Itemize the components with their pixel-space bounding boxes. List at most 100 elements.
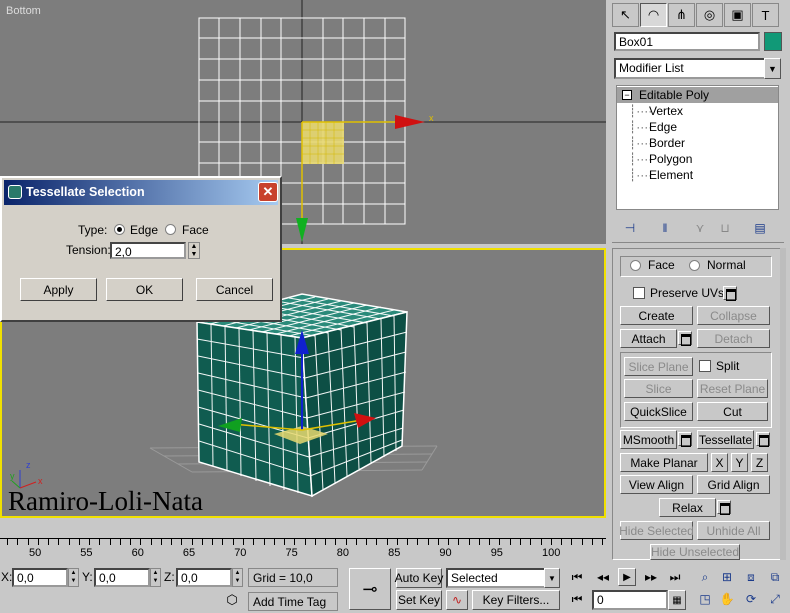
close-icon[interactable]: ✕ xyxy=(258,182,278,202)
goto-start-icon[interactable]: ⏮ xyxy=(568,568,586,586)
reset-plane-button[interactable]: Reset Plane xyxy=(697,379,768,398)
hide-unselected-button[interactable]: Hide Unselected xyxy=(650,544,740,560)
goto-end-icon[interactable]: ⏭ xyxy=(666,568,684,586)
relax-settings-icon[interactable] xyxy=(717,500,731,515)
stack-item-polygon[interactable]: ┊···· Polygon xyxy=(617,151,778,167)
planar-z-button[interactable]: Z xyxy=(751,453,768,472)
zoom-icon[interactable]: ⌕ xyxy=(696,568,714,586)
timeline-tick xyxy=(191,539,193,545)
ok-button[interactable]: OK xyxy=(106,278,183,301)
cut-button[interactable]: Cut xyxy=(697,402,768,421)
key-mode-toggle-icon[interactable]: ⏮ xyxy=(568,590,586,608)
normal-constraint-radio[interactable] xyxy=(689,260,700,271)
create-icon[interactable]: ↖ xyxy=(612,3,639,27)
object-name-input[interactable]: Box01 xyxy=(614,32,760,51)
x-spinner[interactable]: ▲ ▼ xyxy=(68,568,79,587)
field-of-view-icon[interactable]: ◳ xyxy=(696,590,714,608)
hierarchy-icon[interactable]: ⋔ xyxy=(668,3,695,27)
hide-selected-button[interactable]: Hide Selected xyxy=(619,521,694,540)
preserve-uvs-checkbox[interactable] xyxy=(633,287,645,299)
y-spinner[interactable]: ▲ ▼ xyxy=(150,568,161,587)
planar-y-button[interactable]: Y xyxy=(731,453,748,472)
key-icon[interactable]: ⊸ xyxy=(349,568,391,610)
make-unique-icon[interactable]: ⋎ xyxy=(691,219,709,237)
z-coord-input[interactable]: 0,0 xyxy=(176,568,232,587)
play-icon[interactable]: ▶ xyxy=(618,568,636,586)
prev-frame-icon[interactable]: ◂◂ xyxy=(594,568,612,586)
chevron-down-icon[interactable]: ▼ xyxy=(764,58,781,79)
svg-text:z: z xyxy=(26,460,31,470)
tension-input[interactable]: 2,0 xyxy=(110,242,186,259)
quickslice-button[interactable]: QuickSlice xyxy=(624,402,693,421)
key-filters-button[interactable]: Key Filters... xyxy=(472,590,560,610)
object-color-swatch[interactable] xyxy=(764,32,782,51)
pin-stack-icon[interactable]: ⊣ xyxy=(621,219,639,237)
edge-radio[interactable] xyxy=(114,224,125,235)
auto-key-button[interactable]: Auto Key xyxy=(395,568,443,588)
detach-button[interactable]: Detach xyxy=(697,329,770,348)
tension-spinner[interactable]: ▲ ▼ xyxy=(188,242,200,259)
key-mode-dropdown[interactable]: Selected xyxy=(446,568,546,588)
zoom-all-icon[interactable]: ⊞ xyxy=(718,568,736,586)
create-button[interactable]: Create xyxy=(620,306,693,325)
key-mode-chevron-icon[interactable]: ▼ xyxy=(544,568,560,588)
tessellate-button[interactable]: Tessellate xyxy=(697,430,754,449)
stack-item-vertex[interactable]: ┊···· Vertex xyxy=(617,103,778,119)
modifier-list-dropdown[interactable]: Modifier List xyxy=(614,58,766,79)
time-tag-icon[interactable]: ⬡ xyxy=(222,592,242,610)
tension-label: Tension: xyxy=(66,243,111,257)
slice-plane-button[interactable]: Slice Plane xyxy=(624,357,693,376)
zoom-extents-icon[interactable]: ⧈ xyxy=(742,568,760,586)
cancel-button[interactable]: Cancel xyxy=(196,278,273,301)
attach-button[interactable]: Attach xyxy=(620,329,677,348)
show-end-result-icon[interactable]: ‖ xyxy=(656,219,674,237)
timeline-tick xyxy=(345,539,347,545)
x-coord-input[interactable]: 0,0 xyxy=(12,568,68,587)
dialog-titlebar[interactable]: Tessellate Selection xyxy=(4,180,278,205)
display-icon[interactable]: ▣ xyxy=(724,3,751,27)
grid-align-button[interactable]: Grid Align xyxy=(697,475,770,494)
split-checkbox[interactable] xyxy=(699,360,711,372)
make-planar-button[interactable]: Make Planar xyxy=(620,453,708,472)
zoom-extents-all-icon[interactable]: ⧉ xyxy=(766,568,784,586)
current-frame-input[interactable]: 0 xyxy=(592,590,668,610)
remove-modifier-icon[interactable]: ⊔ xyxy=(716,219,734,237)
scrollbar[interactable] xyxy=(780,248,786,560)
face-constraint-radio[interactable] xyxy=(630,260,641,271)
msmooth-settings-icon[interactable] xyxy=(678,432,692,447)
modifier-stack[interactable]: − Editable Poly ┊···· Vertex ┊···· Edge ┊·… xyxy=(616,85,779,210)
relax-button[interactable]: Relax xyxy=(659,498,716,517)
stack-item-element[interactable]: ┊···· Element xyxy=(617,167,778,183)
configure-modifier-sets-icon[interactable]: ▤ xyxy=(751,219,769,237)
tessellate-settings-icon[interactable] xyxy=(756,432,770,447)
collapse-icon[interactable]: − xyxy=(622,90,632,100)
curve-editor-icon[interactable]: ∿ xyxy=(446,590,468,610)
attach-settings-icon[interactable] xyxy=(678,331,692,346)
set-key-button[interactable]: Set Key xyxy=(396,590,442,610)
orbit-icon[interactable]: ⟳ xyxy=(742,590,760,608)
pan-icon[interactable]: ✋ xyxy=(718,590,736,608)
stack-item-editable-poly[interactable]: − Editable Poly xyxy=(617,87,778,103)
msmooth-button[interactable]: MSmooth xyxy=(620,430,677,449)
svg-text:y: y xyxy=(10,471,15,481)
slice-button[interactable]: Slice xyxy=(624,379,693,398)
y-coord-input[interactable]: 0,0 xyxy=(94,568,150,587)
preserve-uvs-settings-icon[interactable] xyxy=(723,286,737,301)
stack-item-border[interactable]: ┊···· Border xyxy=(617,135,778,151)
motion-icon[interactable]: ◎ xyxy=(696,3,723,27)
utilities-icon[interactable]: T xyxy=(752,3,779,27)
face-radio[interactable] xyxy=(165,224,176,235)
planar-x-button[interactable]: X xyxy=(711,453,728,472)
apply-button[interactable]: Apply xyxy=(20,278,97,301)
stack-item-edge[interactable]: ┊···· Edge xyxy=(617,119,778,135)
modify-icon[interactable]: ◠ xyxy=(640,3,667,27)
maximize-viewport-icon[interactable]: ⤢ xyxy=(766,590,784,608)
time-config-icon[interactable]: ▦ xyxy=(668,590,686,610)
next-frame-icon[interactable]: ▸▸ xyxy=(642,568,660,586)
unhide-all-button[interactable]: Unhide All xyxy=(697,521,770,540)
collapse-button[interactable]: Collapse xyxy=(697,306,770,325)
add-time-tag-button[interactable]: Add Time Tag xyxy=(248,592,338,611)
view-align-button[interactable]: View Align xyxy=(620,475,693,494)
z-spinner[interactable]: ▲ ▼ xyxy=(232,568,243,587)
timeline-tick-label: 70 xyxy=(234,547,247,559)
